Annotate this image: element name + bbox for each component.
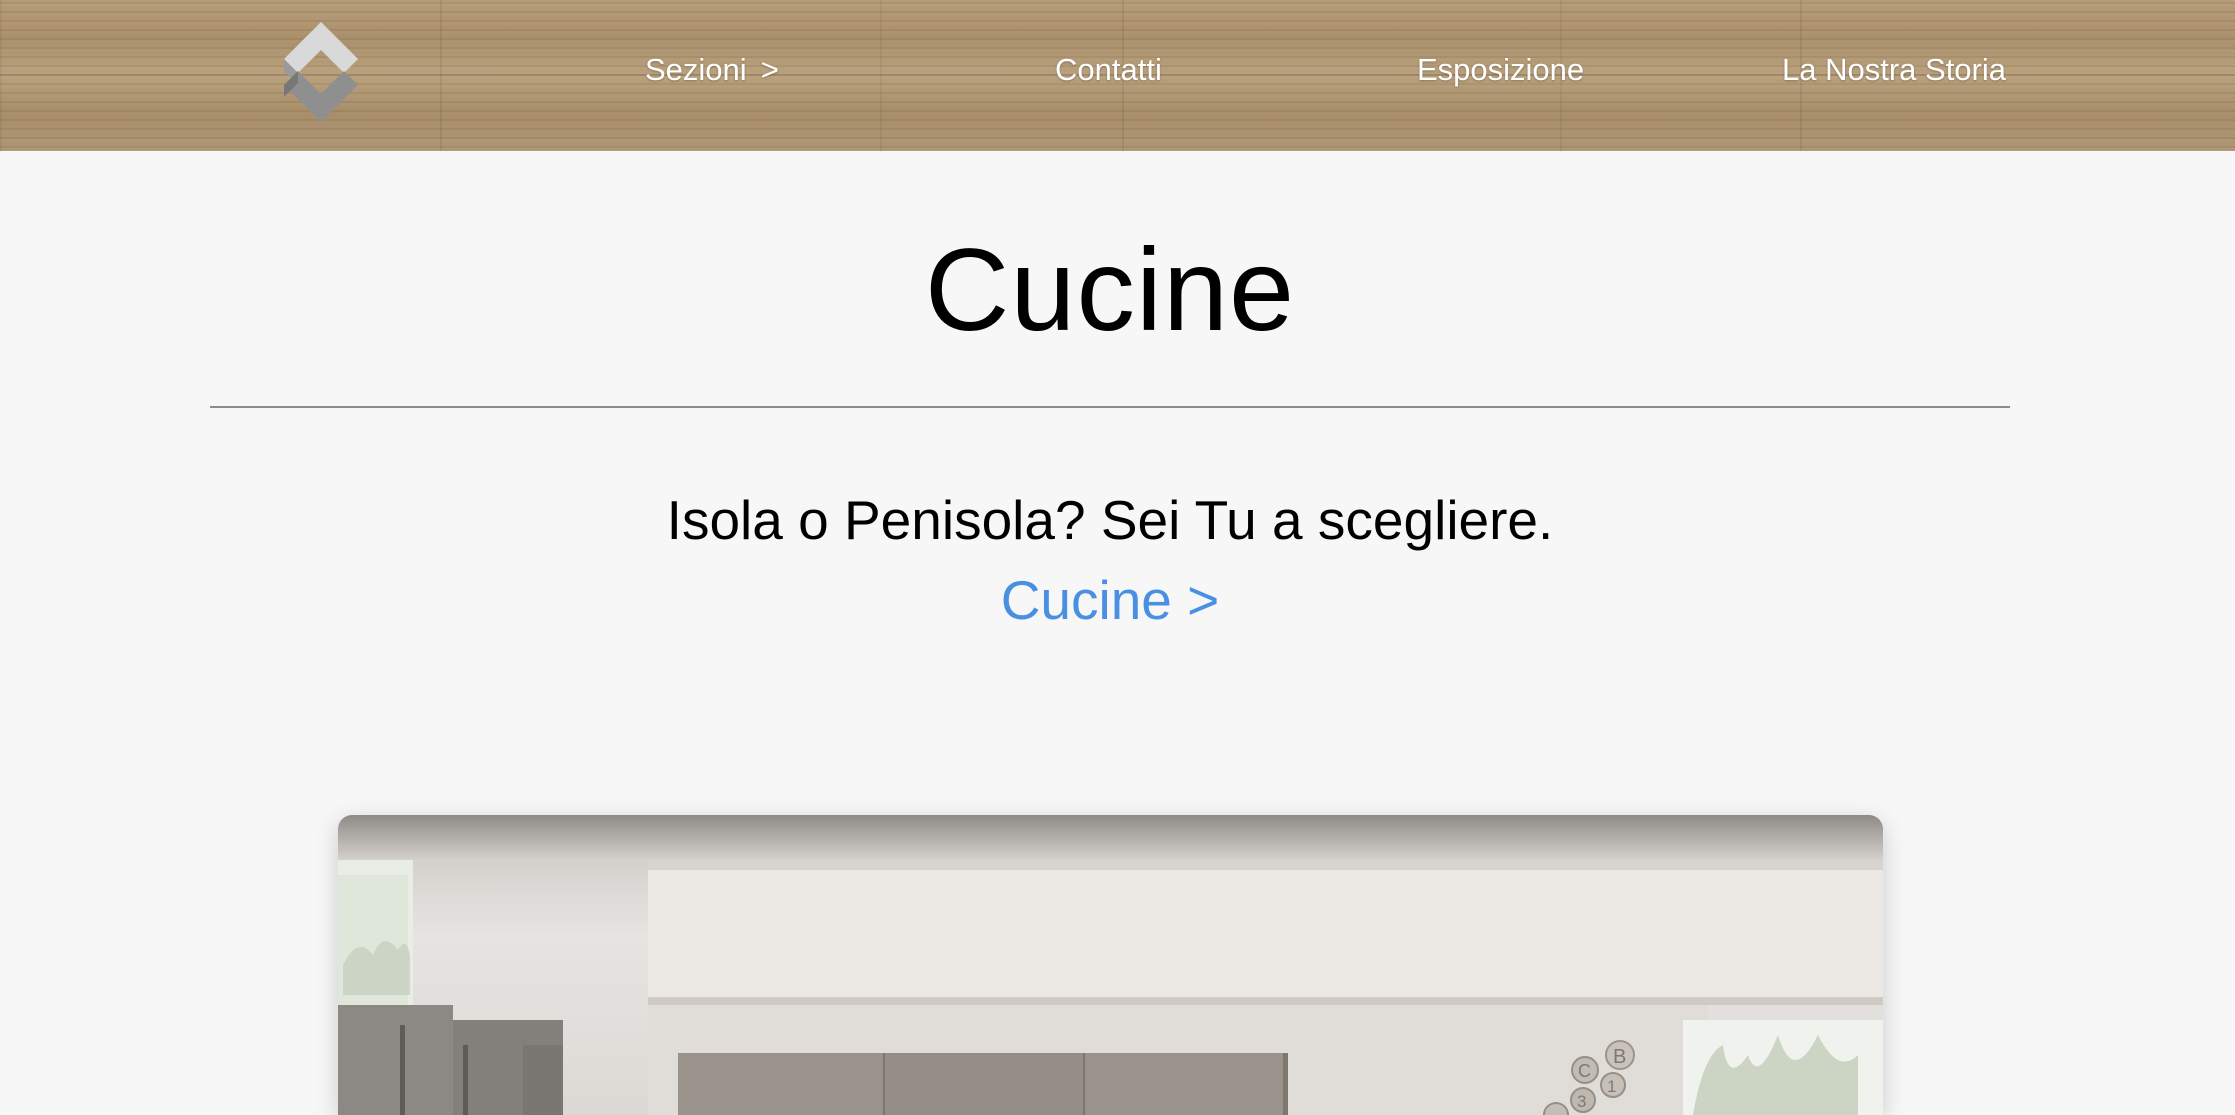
kitchen-illustration: B C 1 3: [338, 860, 1883, 1115]
kitchen-hero-image: B C 1 3: [338, 815, 1883, 1115]
nav-item-contatti[interactable]: Contatti: [1055, 52, 1162, 88]
cucine-link[interactable]: Cucine >: [0, 568, 2220, 632]
section-divider: [210, 406, 2010, 408]
nav-item-esposizione[interactable]: Esposizione: [1417, 52, 1584, 88]
svg-text:3: 3: [1577, 1092, 1586, 1111]
page-title: Cucine: [924, 224, 1296, 355]
svg-text:1: 1: [1607, 1077, 1616, 1096]
nav-item-label: Contatti: [1055, 52, 1162, 87]
nav-item-la-nostra-storia[interactable]: La Nostra Storia: [1782, 52, 2006, 88]
nav-item-sezioni[interactable]: Sezioni >: [645, 52, 779, 88]
nav-item-label: Sezioni: [645, 52, 747, 87]
svg-text:C: C: [1578, 1061, 1591, 1081]
nav-item-label: La Nostra Storia: [1782, 52, 2006, 87]
brand-logo-icon[interactable]: [284, 22, 358, 122]
top-navigation-bar: Sezioni > Contatti Esposizione La Nostra …: [0, 0, 2235, 151]
section-tagline: Isola o Penisola? Sei Tu a scegliere.: [666, 489, 1554, 551]
nav-item-label: Esposizione: [1417, 52, 1585, 87]
svg-text:B: B: [1613, 1046, 1626, 1068]
chevron-right-icon: >: [760, 52, 779, 87]
